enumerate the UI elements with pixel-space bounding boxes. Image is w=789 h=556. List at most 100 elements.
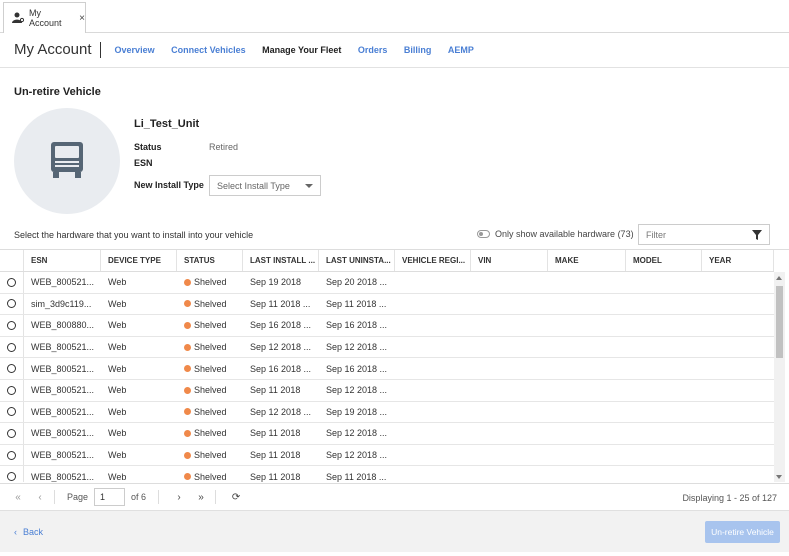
pager-divider (158, 490, 160, 504)
toggle-switch[interactable] (477, 230, 490, 238)
cell-year (702, 402, 774, 423)
cell-text: Shelved (194, 428, 227, 439)
cell-status: Shelved (177, 380, 243, 401)
cell-text: Shelved (194, 450, 227, 461)
row-radio-button[interactable] (7, 450, 16, 460)
nav-aemp[interactable]: AEMP (448, 45, 474, 55)
row-radio-button[interactable] (7, 364, 16, 374)
chevron-down-icon (305, 184, 313, 188)
column-header-make[interactable]: MAKE (548, 250, 626, 271)
unretire-vehicle-button[interactable]: Un-retire Vehicle (705, 521, 780, 543)
cell-text: Sep 11 2018 ... (250, 298, 311, 309)
cell-year (702, 466, 774, 482)
filter-icon[interactable] (752, 230, 762, 242)
cell-text: Sep 12 2018 ... (326, 428, 388, 439)
cell-text: Sep 16 2018 ... (326, 363, 388, 374)
install-type-select[interactable]: Select Install Type (209, 175, 321, 196)
nav-overview[interactable]: Overview (115, 45, 155, 55)
cell-device-type: Web (101, 466, 177, 482)
available-hardware-toggle[interactable]: Only show available hardware (73) (477, 229, 634, 239)
footer-bar: ‹ Back Un-retire Vehicle (0, 510, 789, 552)
column-header-last-uninstall[interactable]: LAST UNINSTA... (319, 250, 395, 271)
row-radio-button[interactable] (7, 342, 16, 352)
table-row[interactable]: WEB_800880... Web Shelved Sep 16 2018 ... Se… (0, 315, 774, 337)
row-select-cell (0, 444, 24, 466)
column-header-device-type[interactable]: DEVICE TYPE (101, 250, 177, 271)
cell-status: Shelved (177, 315, 243, 336)
nav-connect-vehicles[interactable]: Connect Vehicles (171, 45, 246, 55)
cell-last-install: Sep 11 2018 (243, 380, 319, 401)
cell-vin (471, 272, 548, 293)
cell-text: Sep 12 2018 ... (250, 342, 312, 353)
status-dot-icon (184, 386, 191, 394)
table-row[interactable]: sim_3d9c119... Web Shelved Sep 11 2018 ... S… (0, 293, 774, 316)
nav-manage-your-fleet[interactable]: Manage Your Fleet (262, 45, 341, 55)
table-row[interactable]: WEB_800521... Web Shelved Sep 11 2018 Sep 12… (0, 423, 774, 445)
cell-device-type: Web (101, 380, 177, 401)
last-page-icon[interactable]: » (193, 492, 209, 503)
column-header-status[interactable]: STATUS (177, 250, 243, 271)
table-row[interactable]: WEB_800521... Web Shelved Sep 12 2018 ... Se… (0, 336, 774, 359)
row-radio-button[interactable] (7, 277, 16, 287)
table-row[interactable]: WEB_800521... Web Shelved Sep 19 2018 Sep 20… (0, 272, 774, 294)
row-radio-button[interactable] (7, 428, 16, 438)
next-page-icon[interactable]: › (171, 492, 187, 503)
close-icon[interactable]: × (79, 13, 85, 24)
cell-esn: WEB_800521... (24, 423, 101, 444)
table-row[interactable]: WEB_800521... Web Shelved Sep 12 2018 ... Se… (0, 401, 774, 424)
scroll-down-icon[interactable] (776, 475, 782, 479)
column-header-vehicle-registration[interactable]: VEHICLE REGI... (395, 250, 471, 271)
cell-vehicle-registration (395, 466, 471, 482)
cell-vin (471, 358, 548, 379)
cell-year (702, 315, 774, 336)
first-page-icon[interactable]: « (10, 492, 26, 503)
row-select-cell (0, 336, 24, 358)
row-select-cell (0, 379, 24, 401)
cell-make (548, 315, 626, 336)
cell-vehicle-registration (395, 272, 471, 293)
scroll-thumb[interactable] (776, 286, 783, 358)
table-scrollbar[interactable] (774, 272, 785, 482)
row-radio-button[interactable] (7, 472, 16, 482)
back-button[interactable]: ‹ Back (14, 527, 43, 537)
row-radio-button[interactable] (7, 407, 16, 417)
cell-vehicle-registration (395, 402, 471, 423)
esn-label: ESN (134, 158, 153, 168)
row-radio-button[interactable] (7, 385, 16, 395)
nav-orders[interactable]: Orders (358, 45, 388, 55)
table-row[interactable]: WEB_800521... Web Shelved Sep 11 2018 Sep 12… (0, 379, 774, 402)
chevron-left-icon: ‹ (14, 527, 17, 537)
cell-text: WEB_800521... (31, 385, 95, 396)
row-radio-button[interactable] (7, 299, 16, 309)
cell-esn: WEB_800521... (24, 380, 101, 401)
cell-make (548, 272, 626, 293)
refresh-icon[interactable]: ⟳ (228, 492, 244, 503)
scroll-up-icon[interactable] (776, 276, 782, 280)
filter-placeholder: Filter (646, 229, 666, 240)
status-value: Retired (209, 142, 239, 152)
cell-esn: sim_3d9c119... (24, 294, 101, 315)
table-row[interactable]: WEB_800521... Web Shelved Sep 11 2018 Sep 12… (0, 444, 774, 467)
cell-device-type: Web (101, 294, 177, 315)
table-row[interactable]: WEB_800521... Web Shelved Sep 11 2018 Sep 11… (0, 466, 774, 482)
row-select-cell (0, 423, 24, 444)
column-header-model[interactable]: MODEL (626, 250, 702, 271)
page-number-input[interactable]: 1 (94, 488, 126, 506)
cell-model (626, 272, 702, 293)
prev-page-icon[interactable]: ‹ (32, 492, 48, 503)
cell-last-uninstall: Sep 16 2018 ... (319, 358, 395, 379)
nav-billing[interactable]: Billing (404, 45, 432, 55)
cell-text: Web (108, 320, 127, 331)
table-row[interactable]: WEB_800521... Web Shelved Sep 16 2018 ... Se… (0, 358, 774, 380)
column-header-year[interactable]: YEAR (702, 250, 774, 271)
column-header-esn[interactable]: ESN (24, 250, 101, 271)
tab-my-account[interactable]: My Account × (3, 2, 86, 33)
column-header-last-install[interactable]: LAST INSTALL ... (243, 250, 319, 271)
cell-vin (471, 445, 548, 466)
cell-vin (471, 423, 548, 444)
status-dot-icon (184, 429, 191, 437)
filter-input[interactable]: Filter (638, 224, 770, 245)
row-radio-button[interactable] (7, 320, 16, 330)
column-header-vin[interactable]: VIN (471, 250, 548, 271)
cell-text: Web (108, 406, 127, 417)
